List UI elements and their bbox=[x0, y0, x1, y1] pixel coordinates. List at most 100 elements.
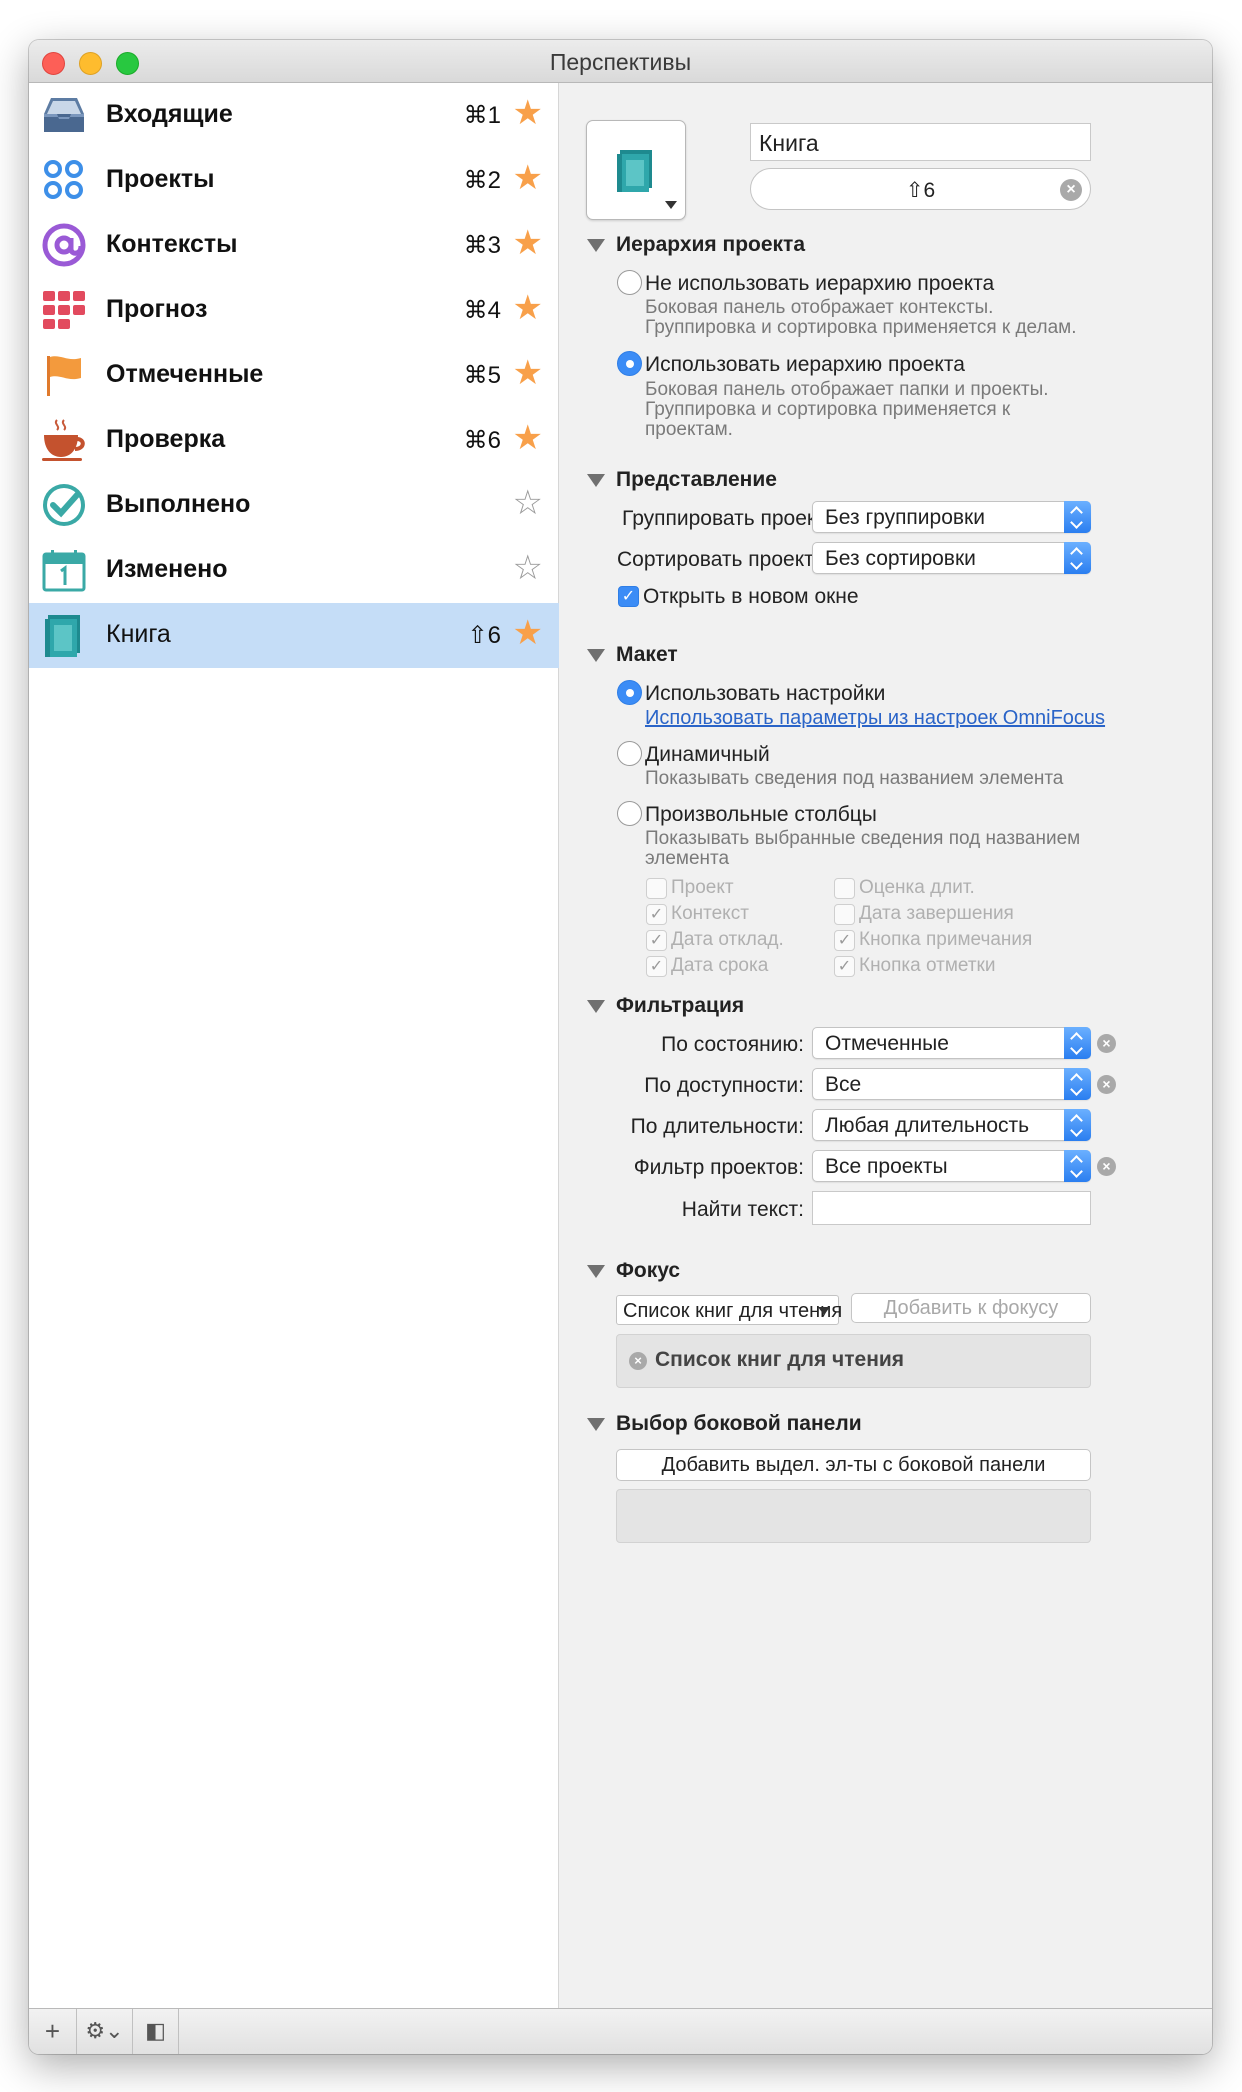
sidebar-item-projects[interactable]: Проекты ⌘2 ★ bbox=[29, 148, 559, 213]
find-text-label: Найти текст: bbox=[681, 1198, 804, 1221]
checkbox-label: Дата срока bbox=[671, 955, 769, 976]
projects-icon bbox=[44, 160, 83, 199]
perspectives-sidebar: Входящие ⌘1 ★ Проекты ⌘2 ★ Контексты ⌘3 bbox=[29, 83, 559, 2008]
option-description: Группировка и сортировка применяется к bbox=[645, 399, 1011, 420]
checkbox-label: Проект bbox=[671, 877, 734, 898]
shortcut-label: ⇧6 bbox=[467, 622, 501, 649]
sidebar-item-contexts[interactable]: Контексты ⌘3 ★ bbox=[29, 213, 559, 278]
open-new-window-checkbox[interactable]: ✓ bbox=[618, 586, 639, 607]
radio-label: Произвольные столбцы bbox=[645, 803, 877, 826]
shortcut-recorder-field[interactable]: ⇧6 × bbox=[750, 168, 1091, 210]
select-value: Без сортировки bbox=[825, 547, 976, 570]
add-sidebar-selection-button[interactable]: Добавить выдел. эл-ты с боковой панели bbox=[616, 1449, 1091, 1481]
dropdown-arrow-icon bbox=[818, 1307, 830, 1315]
star-icon[interactable]: ★ bbox=[513, 161, 543, 195]
add-perspective-button[interactable]: + bbox=[29, 2009, 77, 2054]
column-checkbox-duration[interactable] bbox=[834, 878, 855, 899]
disclosure-triangle-icon[interactable] bbox=[587, 474, 605, 487]
column-checkbox-note-button[interactable]: ✓ bbox=[834, 930, 855, 951]
clear-filter-icon[interactable]: × bbox=[1097, 1034, 1116, 1053]
radio-label: Использовать настройки bbox=[645, 682, 886, 705]
remove-focus-item-icon[interactable]: × bbox=[629, 1352, 647, 1370]
disclosure-triangle-icon[interactable] bbox=[587, 1000, 605, 1013]
star-icon[interactable]: ★ bbox=[513, 96, 543, 130]
sidebar-item-review[interactable]: Проверка ⌘6 ★ bbox=[29, 408, 559, 473]
dropdown-arrow-icon bbox=[665, 201, 677, 209]
sidebar-item-label: Изменено bbox=[106, 555, 228, 583]
shortcut-label: ⌘3 bbox=[463, 232, 501, 259]
gear-menu-button[interactable]: ⚙⌄ bbox=[77, 2009, 133, 2054]
clear-filter-icon[interactable]: × bbox=[1097, 1157, 1116, 1176]
radio-label: Использовать иерархию проекта bbox=[645, 353, 965, 376]
filter-duration-select[interactable]: Любая длительность bbox=[812, 1109, 1091, 1141]
column-checkbox-defer-date[interactable]: ✓ bbox=[646, 930, 667, 951]
find-text-input[interactable] bbox=[812, 1191, 1091, 1225]
stepper-arrows-icon bbox=[1064, 1109, 1091, 1141]
star-outline-icon[interactable]: ☆ bbox=[513, 486, 543, 520]
disclosure-triangle-icon[interactable] bbox=[587, 1265, 605, 1278]
disclosure-triangle-icon[interactable] bbox=[587, 649, 605, 662]
sidebar-item-changed[interactable]: Изменено ☆ bbox=[29, 538, 559, 603]
column-checkbox-context[interactable]: ✓ bbox=[646, 904, 667, 925]
toggle-sidebar-button[interactable]: ◧ bbox=[133, 2009, 179, 2054]
star-outline-icon[interactable]: ☆ bbox=[513, 551, 543, 585]
radio-dynamic[interactable] bbox=[617, 741, 642, 766]
disclosure-triangle-icon[interactable] bbox=[587, 1418, 605, 1431]
column-checkbox-due-date[interactable]: ✓ bbox=[646, 956, 667, 977]
radio-label: Динамичный bbox=[645, 743, 770, 766]
star-icon[interactable]: ★ bbox=[513, 291, 543, 325]
column-checkbox-flag-button[interactable]: ✓ bbox=[834, 956, 855, 977]
section-title-filter: Фильтрация bbox=[616, 994, 745, 1017]
sidebar-item-label: Отмеченные bbox=[106, 360, 264, 388]
column-checkbox-completion-date[interactable] bbox=[834, 904, 855, 925]
stepper-arrows-icon bbox=[1064, 1150, 1091, 1182]
shortcut-label: ⌘6 bbox=[463, 427, 501, 454]
sidebar-item-label: Контексты bbox=[106, 230, 238, 258]
window-title: Перспективы bbox=[549, 49, 692, 75]
radio-custom-columns[interactable] bbox=[617, 801, 642, 826]
radio-no-hierarchy[interactable] bbox=[617, 270, 642, 295]
clear-filter-icon[interactable]: × bbox=[1097, 1075, 1116, 1094]
add-to-focus-button[interactable]: Добавить к фокусу bbox=[851, 1293, 1091, 1323]
star-icon[interactable]: ★ bbox=[513, 616, 543, 650]
checkbox-label: Дата отклад. bbox=[671, 929, 784, 950]
radio-label: Не использовать иерархию проекта bbox=[645, 272, 995, 295]
book-icon bbox=[617, 150, 652, 192]
omnifocus-settings-link[interactable]: Использовать параметры из настроек OmniF… bbox=[645, 707, 1105, 730]
sidebar-item-label: Проверка bbox=[106, 425, 226, 453]
group-projects-select[interactable]: Без группировки bbox=[812, 501, 1091, 533]
filter-projects-select[interactable]: Все проекты bbox=[812, 1150, 1091, 1182]
option-description: Боковая панель отображает контексты. bbox=[645, 297, 994, 318]
star-icon[interactable]: ★ bbox=[513, 226, 543, 260]
stepper-arrows-icon bbox=[1064, 1068, 1091, 1100]
sidebar-item-label: Проекты bbox=[106, 165, 215, 193]
checkbox-label: Открыть в новом окне bbox=[643, 585, 859, 608]
sort-projects-select[interactable]: Без сортировки bbox=[812, 542, 1091, 574]
filter-availability-select[interactable]: Все bbox=[812, 1068, 1091, 1100]
disclosure-triangle-icon[interactable] bbox=[587, 239, 605, 252]
checkbox-label: Контекст bbox=[671, 903, 749, 924]
perspective-name-field[interactable]: Книга bbox=[750, 123, 1091, 161]
sidebar-item-label: Выполнено bbox=[106, 490, 251, 518]
filter-state-select[interactable]: Отмеченные bbox=[812, 1027, 1091, 1059]
focus-select[interactable]: Список книг для чтения bbox=[616, 1295, 843, 1325]
select-value: Список книг для чтения bbox=[623, 1300, 843, 1322]
select-value: Любая длительность bbox=[825, 1114, 1030, 1137]
sidebar-item-forecast[interactable]: Прогноз ⌘4 ★ bbox=[29, 278, 559, 343]
sidebar-item-completed[interactable]: Выполнено ☆ bbox=[29, 473, 559, 538]
radio-use-settings[interactable] bbox=[617, 680, 642, 705]
flag-icon bbox=[47, 356, 81, 396]
clear-shortcut-icon[interactable]: × bbox=[1060, 179, 1082, 201]
perspectives-window: Перспективы Входящие ⌘1 ★ Проекты ⌘2 ★ К… bbox=[29, 40, 1212, 2054]
inbox-icon bbox=[44, 98, 84, 132]
radio-use-hierarchy[interactable] bbox=[617, 351, 642, 376]
star-icon[interactable]: ★ bbox=[513, 356, 543, 390]
focus-list: × Список книг для чтения bbox=[616, 1334, 1091, 1388]
column-checkbox-project[interactable] bbox=[646, 878, 667, 899]
icon-picker-button[interactable] bbox=[586, 120, 686, 220]
sidebar-item-inbox[interactable]: Входящие ⌘1 ★ bbox=[29, 83, 559, 148]
option-description: Показывать выбранные сведения под назван… bbox=[645, 828, 1081, 849]
sidebar-item-book[interactable]: Книга ⇧6 ★ bbox=[29, 603, 559, 668]
sidebar-item-flagged[interactable]: Отмеченные ⌘5 ★ bbox=[29, 343, 559, 408]
star-icon[interactable]: ★ bbox=[513, 421, 543, 455]
